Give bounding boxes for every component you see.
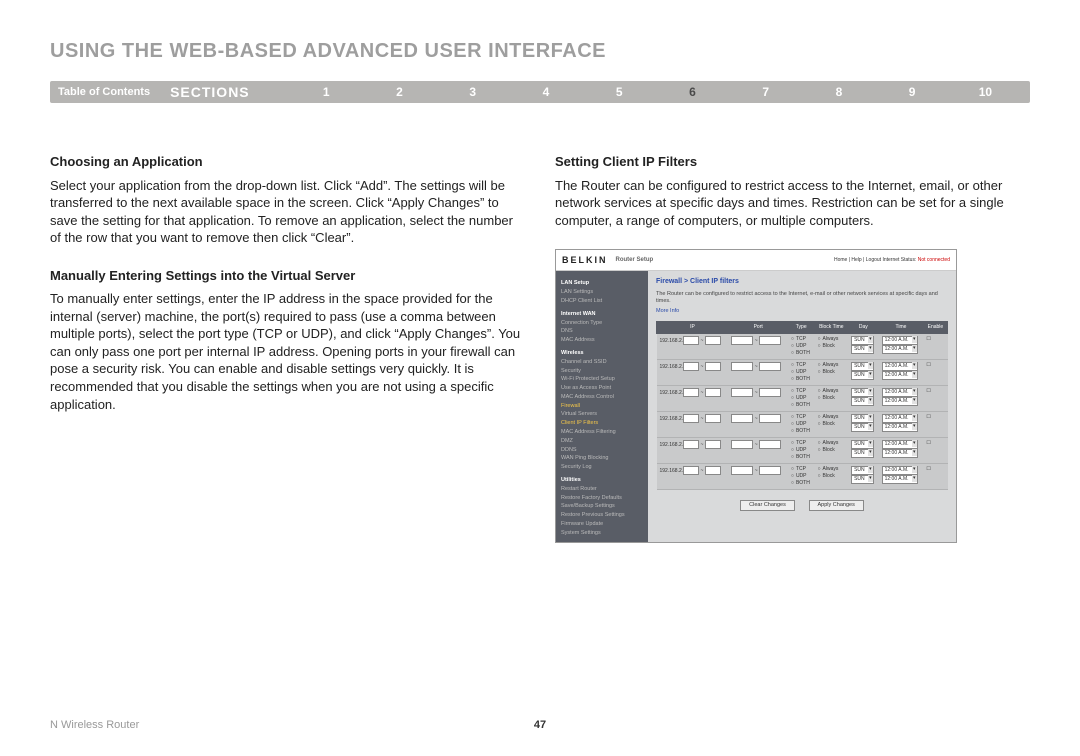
nav-1[interactable]: 1 bbox=[290, 85, 363, 99]
nav-6[interactable]: 6 bbox=[656, 85, 729, 99]
apply-changes-button[interactable]: Apply Changes bbox=[809, 500, 864, 511]
sidebar-item[interactable]: LAN Settings bbox=[561, 288, 643, 297]
table-row: 192.168.2. ~ ~ ○TCP○UDP○BOTH○Always○Bloc… bbox=[657, 333, 948, 359]
right-column: Setting Client IP Filters The Router can… bbox=[555, 153, 1030, 543]
nav-5[interactable]: 5 bbox=[583, 85, 656, 99]
table-row: 192.168.2. ~ ~ ○TCP○UDP○BOTH○Always○Bloc… bbox=[657, 385, 948, 411]
more-info-link[interactable]: More Info bbox=[656, 308, 948, 315]
table-header: Time bbox=[879, 322, 924, 334]
nav-4[interactable]: 4 bbox=[509, 85, 582, 99]
footer-product: N Wireless Router bbox=[50, 719, 139, 731]
page-number: 47 bbox=[534, 719, 546, 731]
sidebar-item[interactable]: MAC Address Control bbox=[561, 393, 643, 402]
table-header: Enable bbox=[923, 322, 947, 334]
nav-9[interactable]: 9 bbox=[876, 85, 949, 99]
sidebar-item[interactable]: DMZ bbox=[561, 437, 643, 446]
header-links: Home | Help | Logout Internet Status: No… bbox=[834, 257, 950, 264]
sidebar-item[interactable]: Security Log bbox=[561, 463, 643, 472]
router-main: Firewall > Client IP filters The Router … bbox=[648, 271, 956, 541]
table-row: 192.168.2. ~ ~ ○TCP○UDP○BOTH○Always○Bloc… bbox=[657, 411, 948, 437]
sidebar-item[interactable]: Security bbox=[561, 367, 643, 376]
heading-choosing-app: Choosing an Application bbox=[50, 153, 525, 171]
table-header: Day bbox=[848, 322, 879, 334]
table-header: Block Time bbox=[815, 322, 849, 334]
table-row: 192.168.2. ~ ~ ○TCP○UDP○BOTH○Always○Bloc… bbox=[657, 437, 948, 463]
nav-2[interactable]: 2 bbox=[363, 85, 436, 99]
table-header: Type bbox=[788, 322, 815, 334]
filter-note: The Router can be configured to restrict… bbox=[656, 291, 948, 306]
sidebar-item[interactable]: Utilities bbox=[561, 476, 643, 485]
sidebar-item[interactable]: Virtual Servers bbox=[561, 410, 643, 419]
sidebar-item[interactable]: Restore Previous Settings bbox=[561, 511, 643, 520]
para-choosing-app: Select your application from the drop-do… bbox=[50, 177, 525, 247]
sidebar-item[interactable]: DHCP Client List bbox=[561, 297, 643, 306]
table-header: Port bbox=[728, 322, 787, 334]
nav-toc[interactable]: Table of Contents bbox=[58, 86, 170, 98]
page-footer: N Wireless Router 47 N Wireless Router bbox=[50, 719, 1030, 731]
left-column: Choosing an Application Select your appl… bbox=[50, 153, 525, 543]
table-row: 192.168.2. ~ ~ ○TCP○UDP○BOTH○Always○Bloc… bbox=[657, 463, 948, 489]
nav-sections-label: SECTIONS bbox=[170, 84, 290, 100]
sidebar-item[interactable]: WAN Ping Blocking bbox=[561, 454, 643, 463]
breadcrumb: Firewall > Client IP filters bbox=[656, 277, 948, 286]
table-row: 192.168.2. ~ ~ ○TCP○UDP○BOTH○Always○Bloc… bbox=[657, 359, 948, 385]
sidebar-item[interactable]: Wireless bbox=[561, 349, 643, 358]
belkin-logo: BELKIN bbox=[562, 254, 608, 266]
header-links-text: Home | Help | Logout Internet Status: bbox=[834, 257, 916, 263]
sidebar-item[interactable]: DDNS bbox=[561, 446, 643, 455]
nav-3[interactable]: 3 bbox=[436, 85, 509, 99]
router-setup-label: Router Setup bbox=[616, 256, 654, 264]
internet-status: Not connected bbox=[918, 257, 950, 263]
clear-changes-button[interactable]: Clear Changes bbox=[740, 500, 795, 511]
sidebar-item[interactable]: MAC Address Filtering bbox=[561, 428, 643, 437]
sidebar-item[interactable]: DNS bbox=[561, 327, 643, 336]
sidebar-item[interactable]: Internet WAN bbox=[561, 310, 643, 319]
sidebar-item[interactable]: Connection Type bbox=[561, 319, 643, 328]
sidebar-item[interactable]: Restore Factory Defaults bbox=[561, 494, 643, 503]
table-header: IP bbox=[657, 322, 729, 334]
sidebar-item[interactable]: Restart Router bbox=[561, 485, 643, 494]
nav-8[interactable]: 8 bbox=[802, 85, 875, 99]
sidebar-item[interactable]: Firmware Update bbox=[561, 520, 643, 529]
para-client-ip-filters: The Router can be configured to restrict… bbox=[555, 177, 1030, 230]
sidebar-item[interactable]: MAC Address bbox=[561, 336, 643, 345]
nav-10[interactable]: 10 bbox=[949, 85, 1022, 99]
heading-manual-virtual-server: Manually Entering Settings into the Virt… bbox=[50, 267, 525, 285]
sidebar-item[interactable]: Channel and SSID bbox=[561, 358, 643, 367]
para-manual-virtual-server: To manually enter settings, enter the IP… bbox=[50, 290, 525, 413]
sidebar-item[interactable]: LAN Setup bbox=[561, 279, 643, 288]
section-nav: Table of Contents SECTIONS 1 2 3 4 5 6 7… bbox=[50, 81, 1030, 103]
router-sidebar: LAN SetupLAN SettingsDHCP Client List Int… bbox=[556, 271, 648, 541]
sidebar-item[interactable]: Firewall bbox=[561, 402, 643, 411]
sidebar-item[interactable]: Wi-Fi Protected Setup bbox=[561, 375, 643, 384]
nav-7[interactable]: 7 bbox=[729, 85, 802, 99]
router-screenshot: BELKIN Router Setup Home | Help | Logout… bbox=[555, 249, 957, 542]
filter-table: IPPortTypeBlock TimeDayTimeEnable 192.16… bbox=[656, 321, 948, 490]
sidebar-item[interactable]: Save/Backup Settings bbox=[561, 502, 643, 511]
sidebar-item[interactable]: Use as Access Point bbox=[561, 384, 643, 393]
sidebar-item[interactable]: Client IP Filters bbox=[561, 419, 643, 428]
sidebar-item[interactable]: System Settings bbox=[561, 529, 643, 538]
page-title: USING THE WEB-BASED ADVANCED USER INTERF… bbox=[50, 40, 1030, 63]
heading-client-ip-filters: Setting Client IP Filters bbox=[555, 153, 1030, 171]
